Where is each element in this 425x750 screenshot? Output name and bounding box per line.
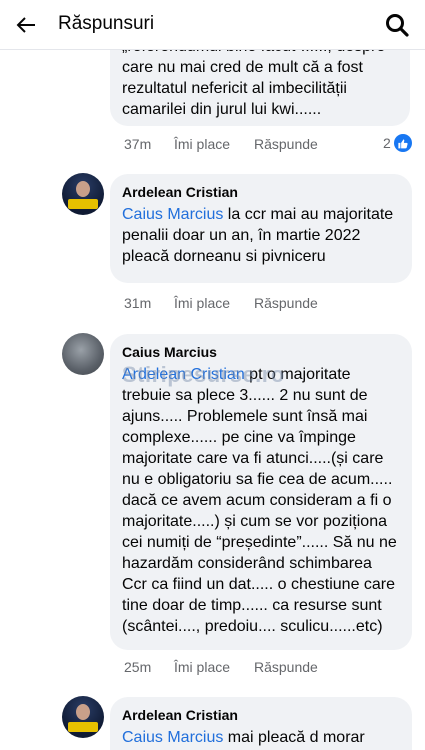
- like-button[interactable]: Îmi place: [174, 659, 254, 675]
- comment-author[interactable]: Caius Marcius: [122, 344, 400, 360]
- top-bar: Răspunsuri: [0, 0, 425, 50]
- comment-time: 37m: [124, 136, 152, 152]
- reply-button[interactable]: Răspunde: [254, 136, 318, 152]
- comment-text: Ardelean Cristian pt o majoritate trebui…: [122, 366, 397, 635]
- like-reaction-icon: [393, 134, 412, 152]
- watermark: Stiripesurse.ro: [122, 362, 285, 387]
- comment-author[interactable]: Ardelean Cristian: [122, 707, 400, 723]
- comment-text: Caius Marcius mai pleacă d morar: [122, 729, 365, 746]
- comment-author[interactable]: Ardelean Cristian: [122, 184, 400, 200]
- comment-actions: 25m Îmi place Răspunde: [124, 659, 318, 675]
- reply-button[interactable]: Răspunde: [254, 659, 318, 675]
- comment-bubble: „referendumul bine făcut”......, despre …: [110, 50, 410, 126]
- comment-actions: 31m Îmi place Răspunde: [124, 295, 318, 311]
- avatar[interactable]: [62, 333, 104, 375]
- search-icon[interactable]: [384, 12, 410, 38]
- comment-text: Caius Marcius la ccr mai au majoritate p…: [122, 206, 394, 265]
- avatar[interactable]: [62, 696, 104, 738]
- comment-actions: 37m Îmi place Răspunde: [124, 136, 318, 152]
- comment-bubble: Ardelean Cristian Caius Marcius mai plea…: [110, 697, 412, 750]
- comment-time: 25m: [124, 659, 152, 675]
- back-arrow-icon[interactable]: [14, 13, 38, 37]
- reaction-number: 2: [383, 135, 391, 151]
- avatar[interactable]: [62, 173, 104, 215]
- like-button[interactable]: Îmi place: [174, 136, 254, 152]
- mention-link[interactable]: Caius Marcius: [122, 206, 223, 223]
- comment-text: „referendumul bine făcut”......, despre …: [122, 50, 385, 118]
- mention-link[interactable]: Caius Marcius: [122, 729, 223, 746]
- reply-button[interactable]: Răspunde: [254, 295, 318, 311]
- page-title: Răspunsuri: [58, 13, 155, 34]
- comment-bubble: Ardelean Cristian Caius Marcius la ccr m…: [110, 174, 412, 283]
- reaction-count[interactable]: 2: [383, 134, 412, 152]
- replies-list[interactable]: „referendumul bine făcut”......, despre …: [0, 50, 425, 750]
- comment-time: 31m: [124, 295, 152, 311]
- like-button[interactable]: Îmi place: [174, 295, 254, 311]
